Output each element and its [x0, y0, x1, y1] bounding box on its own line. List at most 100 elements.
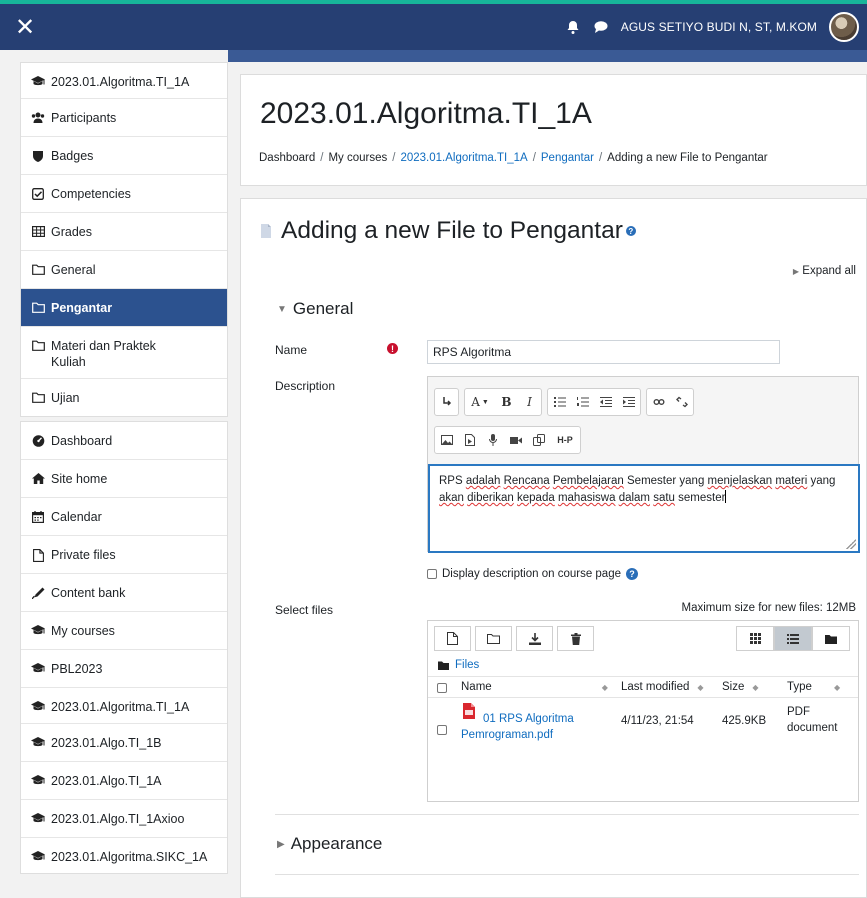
sidebar-item-pbl2023[interactable]: PBL2023 [21, 650, 227, 688]
file-picker-path[interactable]: Files [438, 659, 479, 671]
sidebar-item-competencies[interactable]: Competencies [21, 175, 227, 213]
link-icon[interactable] [647, 389, 670, 415]
manage-files-icon[interactable] [527, 427, 550, 453]
sidebar-item-label: Badges [51, 149, 94, 163]
course-nav-drawer: 2023.01.Algoritma.TI_1A Participants Badge… [20, 62, 228, 878]
sidebar-item-2023-01-algo-ti-1axioo[interactable]: 2023.01.Algo.TI_1Axioo [21, 800, 227, 838]
col-name[interactable]: Name ◆ [461, 681, 608, 693]
spellcheck-word: akan [439, 492, 464, 504]
expand-all-label: Expand all [802, 265, 856, 277]
sidebar-item-grades[interactable]: Grades [21, 213, 227, 251]
display-description-checkbox[interactable] [427, 569, 437, 579]
sidebar-item-materi-dan-praktek-kuliah[interactable]: Materi dan Praktek Kuliah [21, 327, 227, 379]
sidebar-item-ujian[interactable]: Ujian [21, 379, 227, 416]
graduation-cap-icon [31, 74, 45, 87]
folder-icon [438, 661, 449, 670]
spellcheck-word: diberikan [467, 492, 514, 504]
name-input[interactable] [427, 340, 780, 364]
unlink-icon[interactable] [670, 389, 693, 415]
indent-icon[interactable] [617, 389, 640, 415]
download-button[interactable] [516, 626, 553, 651]
insert-image-icon[interactable] [435, 427, 458, 453]
sidebar-item-label: General [51, 263, 96, 277]
toolbar-group-collapse [434, 388, 459, 416]
record-video-icon[interactable] [504, 427, 527, 453]
breadcrumb-separator: / [598, 152, 603, 164]
col-type[interactable]: Type ◆ [787, 681, 840, 693]
header-strip [228, 50, 867, 62]
close-drawer-button[interactable]: ✕ [0, 4, 50, 50]
delete-button[interactable] [557, 626, 594, 651]
toolbar-group-lists [547, 388, 641, 416]
breadcrumb-item[interactable]: Dashboard [259, 152, 315, 164]
description-textarea[interactable]: RPS adalah Rencana Pembelajaran Semester… [428, 464, 860, 553]
spellcheck-word: satu [653, 492, 675, 504]
view-list-button[interactable] [774, 626, 812, 651]
user-avatar[interactable] [829, 12, 859, 42]
resize-handle[interactable] [846, 539, 856, 549]
sidebar-item-pengantar[interactable]: Pengantar [21, 289, 227, 327]
sidebar-item-calendar[interactable]: Calendar [21, 498, 227, 536]
col-modified[interactable]: Last modified ◆ [621, 681, 704, 693]
section-general-toggle[interactable]: ▼ General [277, 299, 353, 319]
bold-button[interactable]: B [495, 389, 518, 415]
add-file-button[interactable] [434, 626, 471, 651]
sidebar-item-site-home[interactable]: Site home [21, 460, 227, 498]
calendar-icon [31, 509, 45, 523]
graduation-cap-icon [31, 699, 45, 712]
sidebar-item-general[interactable]: General [21, 251, 227, 289]
record-audio-icon[interactable] [481, 427, 504, 453]
insert-media-icon[interactable] [458, 427, 481, 453]
insert-h5p-icon[interactable]: H-P [550, 427, 580, 453]
italic-button[interactable]: I [518, 389, 541, 415]
show-more-buttons-icon[interactable] [435, 389, 458, 415]
sidebar-item-dashboard[interactable]: Dashboard [21, 422, 227, 460]
file-picker-view-toggle [736, 626, 850, 651]
spellcheck-word: Rencana [503, 475, 550, 487]
sidebar-item-label: 2023.01.Algoritma.SIKC_1A [51, 850, 208, 864]
user-name[interactable]: AGUS SETIYO BUDI N, ST, M.KOM [621, 20, 817, 34]
help-icon[interactable]: ? [625, 226, 636, 236]
section-general-label: General [292, 299, 354, 318]
col-size[interactable]: Size ◆ [722, 681, 759, 693]
spellcheck-word: materi [775, 475, 808, 487]
chat-icon[interactable] [593, 19, 609, 35]
expand-all-link[interactable]: ▶ Expand all [793, 265, 856, 277]
create-folder-button[interactable] [475, 626, 512, 651]
view-icons-button[interactable] [736, 626, 774, 651]
sidebar-item-2023-01-algo-ti-1b[interactable]: 2023.01.Algo.TI_1B [21, 724, 227, 762]
breadcrumb-item: Adding a new File to Pengantar [607, 152, 768, 164]
sidebar-item-2023-01-algoritma-ti-1a[interactable]: 2023.01.Algoritma.TI_1A [21, 688, 227, 724]
spellcheck-word: Pembelajaran [552, 475, 624, 487]
sidebar-item-badges[interactable]: Badges [21, 137, 227, 175]
sidebar-item-2023-01-algoritma-sikc-1a[interactable]: 2023.01.Algoritma.SIKC_1A [21, 838, 227, 873]
section-appearance-toggle[interactable]: ▶ Appearance [277, 834, 382, 854]
help-icon[interactable]: ? [626, 568, 638, 580]
sidebar-item-private-files[interactable]: Private files [21, 536, 227, 574]
file-row[interactable]: 01 RPS Algoritma Pemrograman.pdf 4/11/23… [428, 699, 858, 755]
sidebar-item-label: Participants [51, 111, 117, 125]
path-files-label: Files [455, 659, 480, 671]
file-name-cell[interactable]: 01 RPS Algoritma Pemrograman.pdf [461, 703, 574, 743]
select-all-checkbox[interactable] [437, 683, 447, 693]
sidebar-item-label: My courses [51, 624, 115, 638]
breadcrumb-item[interactable]: Pengantar [541, 152, 594, 164]
bell-icon[interactable] [565, 19, 581, 35]
sidebar-item-my-courses[interactable]: My courses [21, 612, 227, 650]
sidebar-item-2023-01-algo-ti-1a[interactable]: 2023.01.Algo.TI_1A [21, 762, 227, 800]
breadcrumb-item[interactable]: 2023.01.Algoritma.TI_1A [400, 152, 527, 164]
file-modified: 4/11/23, 21:54 [621, 715, 694, 727]
outdent-icon[interactable] [594, 389, 617, 415]
sidebar-item-2023-01-algoritma-ti-1a[interactable]: 2023.01.Algoritma.TI_1A [21, 63, 227, 99]
view-tree-button[interactable] [812, 626, 850, 651]
breadcrumb-separator: / [532, 152, 536, 164]
spellcheck-word: kepada [517, 492, 555, 504]
graduation-cap-icon [31, 811, 45, 824]
breadcrumb-item[interactable]: My courses [328, 152, 387, 164]
font-style-button[interactable]: A ▼ [465, 389, 495, 415]
ordered-list-icon[interactable] [571, 389, 594, 415]
sidebar-item-participants[interactable]: Participants [21, 99, 227, 137]
file-row-checkbox[interactable] [437, 725, 447, 735]
unordered-list-icon[interactable] [548, 389, 571, 415]
sidebar-item-content-bank[interactable]: Content bank [21, 574, 227, 612]
